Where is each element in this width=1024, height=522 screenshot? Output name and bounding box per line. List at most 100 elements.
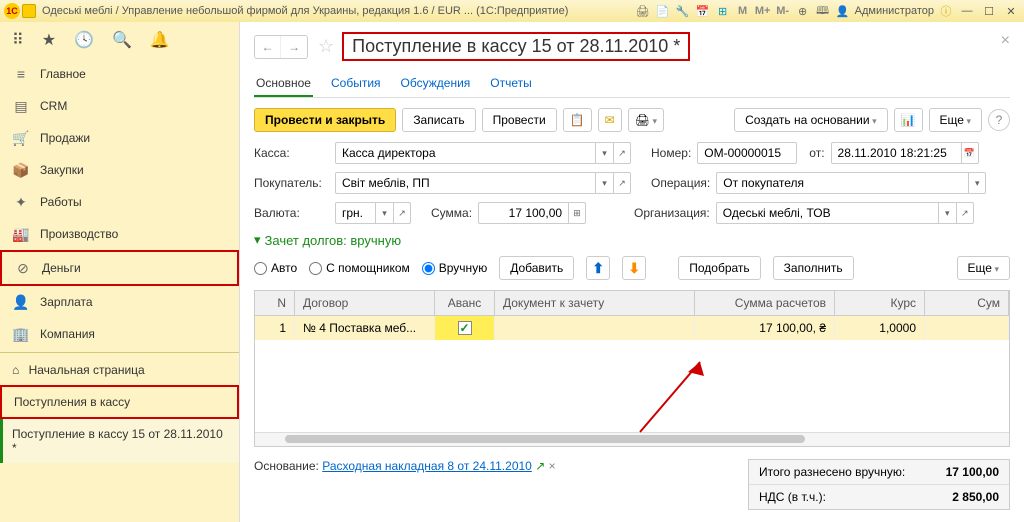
m-plus-button[interactable]: M+ [755, 3, 771, 19]
radio-manual[interactable]: Вручную [422, 261, 487, 275]
sidebar-item-6[interactable]: ⊘Деньги [0, 250, 239, 286]
col-rate[interactable]: Курс [835, 291, 925, 315]
advance-checkbox[interactable]: ✓ [458, 321, 472, 335]
calendar-icon[interactable]: ⊞ [715, 3, 731, 19]
radio-auto[interactable]: Авто [254, 261, 297, 275]
favorites-icon[interactable]: ★ [42, 30, 56, 50]
sidebar-item-3[interactable]: 📦Закупки [0, 154, 239, 186]
app-logo-icon: 1C [4, 3, 20, 19]
maximize-button[interactable]: ☐ [980, 3, 998, 19]
nav-fwd-button[interactable]: → [281, 36, 307, 58]
open-icon[interactable]: ↗ [956, 202, 974, 224]
add-button[interactable]: Добавить [499, 256, 574, 280]
tab-events[interactable]: События [329, 71, 383, 97]
sidebar-item-4[interactable]: ✦Работы [0, 186, 239, 218]
col-advance[interactable]: Аванс [435, 291, 495, 315]
pick-button[interactable]: Подобрать [678, 256, 760, 280]
tab-discuss[interactable]: Обсуждения [399, 71, 473, 97]
section-header[interactable]: Зачет долгов: вручную [254, 232, 1010, 248]
apps-icon[interactable]: ⠿ [12, 30, 24, 50]
move-down-button[interactable]: ⬇ [622, 256, 646, 280]
sidebar-item-1[interactable]: ▤CRM [0, 90, 239, 122]
table-row[interactable]: 1 № 4 Поставка меб... ✓ 17 100,00, ₴ 1,0… [255, 316, 1009, 340]
open-icon[interactable]: ↗ [613, 142, 631, 164]
create-based-button[interactable]: Создать на основании [734, 108, 888, 132]
sidebar-item-5[interactable]: 🏭Производство [0, 218, 239, 250]
open-icon[interactable]: ↗ [393, 202, 411, 224]
favorite-star-icon[interactable]: ☆ [318, 36, 334, 57]
notifications-icon[interactable]: 🔔 [150, 30, 170, 50]
close-window-button[interactable]: ✕ [1002, 3, 1020, 19]
basis-link[interactable]: Расходная накладная 8 от 24.11.2010 [322, 459, 532, 473]
structure-button[interactable]: 📋 [563, 108, 592, 132]
nav-back-icon[interactable]: ⊕ [795, 3, 811, 19]
tool-icon[interactable]: 📄 [655, 3, 671, 19]
tab-main[interactable]: Основное [254, 71, 313, 97]
write-button[interactable]: Записать [402, 108, 475, 132]
report-button[interactable]: 📊 [894, 108, 923, 132]
kassa-input[interactable] [335, 142, 595, 164]
m-button[interactable]: M [735, 3, 751, 19]
org-input[interactable] [716, 202, 938, 224]
col-n[interactable]: N [255, 291, 295, 315]
sidebar-home[interactable]: ⌂ Начальная страница [0, 355, 239, 385]
help-icon[interactable]: 🕮 [815, 3, 831, 19]
sidebar: ⠿ ★ 🕓 🔍 🔔 ≡Главное▤CRM🛒Продажи📦Закупки✦Р… [0, 22, 240, 522]
app-menu-dropdown[interactable] [22, 4, 36, 18]
tab-reports[interactable]: Отчеты [488, 71, 533, 97]
print-button[interactable]: 🖨 [628, 108, 664, 132]
dropdown-icon[interactable]: ▾ [938, 202, 956, 224]
debt-grid: N Договор Аванс Документ к зачету Сумма … [254, 290, 1010, 447]
sidebar-item-0[interactable]: ≡Главное [0, 58, 239, 90]
sidebar-item-label: Главное [40, 67, 86, 81]
col-document[interactable]: Документ к зачету [495, 291, 695, 315]
val-input[interactable] [335, 202, 375, 224]
sidebar-current-doc[interactable]: Поступление в кассу 15 от 28.11.2010 * [0, 419, 239, 463]
sidebar-icon: ▤ [12, 97, 30, 115]
move-up-button[interactable]: ⬆ [586, 256, 610, 280]
sum-input[interactable] [478, 202, 568, 224]
col-sum2[interactable]: Сум [925, 291, 1009, 315]
dropdown-icon[interactable]: ▾ [968, 172, 986, 194]
basis-open-icon[interactable]: ↗ [535, 459, 545, 473]
info-icon[interactable]: ⓘ [938, 3, 954, 19]
post-button[interactable]: Провести [482, 108, 557, 132]
open-icon[interactable]: ↗ [613, 172, 631, 194]
dropdown-icon[interactable]: ▾ [595, 142, 613, 164]
mail-button[interactable]: ✉ [598, 108, 622, 132]
oper-input[interactable] [716, 172, 968, 194]
dropdown-icon[interactable]: ▾ [595, 172, 613, 194]
col-sum[interactable]: Сумма расчетов [695, 291, 835, 315]
dropdown-icon[interactable]: ▾ [375, 202, 393, 224]
help-button[interactable]: ? [988, 109, 1010, 131]
more-button[interactable]: Еще [929, 108, 982, 132]
nomer-input[interactable] [697, 142, 797, 164]
service-icon[interactable]: 🔧 [675, 3, 691, 19]
date-input[interactable] [831, 142, 961, 164]
sidebar-receipts-link[interactable]: Поступления в кассу [0, 385, 239, 419]
close-doc-button[interactable]: × [1001, 32, 1010, 50]
post-and-close-button[interactable]: Провести и закрыть [254, 108, 396, 132]
search-icon[interactable]: 🔍 [112, 30, 132, 50]
radio-wizard[interactable]: С помощником [309, 261, 410, 275]
user-name: Администратор [855, 5, 934, 17]
fill-button[interactable]: Заполнить [773, 256, 854, 280]
sidebar-item-7[interactable]: 👤Зарплата [0, 286, 239, 318]
calc-icon[interactable]: 📅 [695, 3, 711, 19]
cell-advance[interactable]: ✓ [435, 316, 495, 340]
calc-picker-icon[interactable]: ⊞ [568, 202, 586, 224]
nav-back-button[interactable]: ← [255, 36, 281, 58]
col-contract[interactable]: Договор [295, 291, 435, 315]
print-icon[interactable]: 🖨 [635, 3, 651, 19]
minimize-button[interactable]: — [958, 3, 976, 19]
m-minus-button[interactable]: M- [775, 3, 791, 19]
history-icon[interactable]: 🕓 [74, 30, 94, 50]
cell-rate: 1,0000 [835, 316, 925, 340]
sidebar-item-8[interactable]: 🏢Компания [0, 318, 239, 350]
grid-scrollbar[interactable] [255, 432, 1009, 446]
pokup-input[interactable] [335, 172, 595, 194]
basis-clear-icon[interactable]: × [549, 459, 556, 473]
sidebar-item-2[interactable]: 🛒Продажи [0, 122, 239, 154]
grid-more-button[interactable]: Еще [957, 256, 1010, 280]
calendar-picker-icon[interactable]: 📅 [961, 142, 979, 164]
